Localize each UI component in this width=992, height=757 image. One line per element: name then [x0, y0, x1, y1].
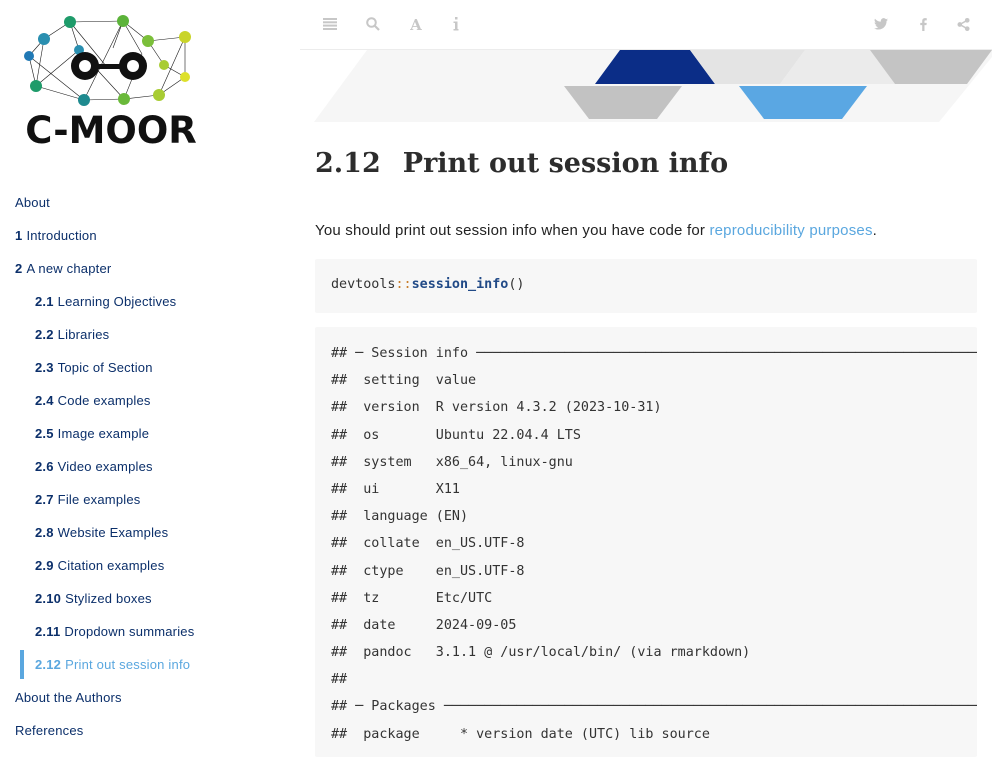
- toc-item-stylized-boxes[interactable]: 2.10 Stylized boxes: [0, 582, 300, 615]
- output-line: ## os Ubuntu 22.04.4 LTS: [331, 427, 581, 443]
- search-icon[interactable]: [363, 14, 383, 34]
- toc-item-number: 2.5: [35, 426, 54, 441]
- toc-item-number: 2.10: [35, 591, 62, 606]
- toc-item-number: 2.9: [35, 558, 54, 573]
- code-function: session_info: [411, 277, 509, 292]
- toc-item-number: 2.12: [35, 657, 62, 672]
- svg-text:A: A: [409, 17, 422, 31]
- toc-item-number: 2.7: [35, 492, 54, 507]
- code-args: (): [508, 277, 525, 292]
- toc-item-label: A new chapter: [26, 261, 112, 276]
- toc-item-references[interactable]: References: [0, 714, 300, 744]
- font-icon[interactable]: A: [406, 14, 426, 34]
- toc-item-image-example[interactable]: 2.5 Image example: [0, 417, 300, 450]
- twitter-icon[interactable]: [871, 14, 891, 34]
- output-line: ## package * version date (UTC) lib sour…: [331, 726, 710, 742]
- output-line: ## ─ Packages ──────────────────────────…: [331, 699, 977, 715]
- toc-item-label: Video examples: [57, 459, 153, 474]
- output-line: ## version R version 4.3.2 (2023-10-31): [331, 400, 662, 416]
- toc-item-file-examples[interactable]: 2.7 File examples: [0, 483, 300, 516]
- intro-end: .: [872, 222, 878, 239]
- toc-item-learning-objectives[interactable]: 2.1 Learning Objectives: [0, 285, 300, 318]
- toc-item-about[interactable]: About: [0, 186, 300, 219]
- output-line: ## ctype en_US.UTF-8: [331, 563, 525, 579]
- toc-item-label: Image example: [57, 426, 150, 441]
- toc-item-dropdown-summaries[interactable]: 2.11 Dropdown summaries: [0, 615, 300, 648]
- toc-item-label: Dropdown summaries: [64, 624, 195, 639]
- toc-item-number: 1: [15, 228, 23, 243]
- code-operator: ::: [395, 277, 412, 292]
- output-lines: ## ─ Session info ──────────────────────…: [331, 344, 977, 752]
- table-of-contents: About 1 Introduction 2 A new chapter 2.1 Learn…: [0, 186, 300, 744]
- c-moor-logo[interactable]: C-MOOR: [18, 12, 204, 152]
- code-namespace: devtools: [331, 277, 396, 292]
- toc-item-label: Code examples: [57, 393, 151, 408]
- share-icon[interactable]: [953, 14, 973, 34]
- toc-item-print-out-session-info[interactable]: 2.12 Print out session info: [0, 648, 300, 681]
- section-title: Print out session info: [402, 148, 729, 179]
- toc-item-a-new-chapter[interactable]: 2A new chapter: [0, 252, 300, 285]
- intro-text: You should print out session info when y…: [315, 222, 710, 239]
- header-banner: [314, 50, 992, 122]
- output-block[interactable]: ## ─ Session info ──────────────────────…: [315, 327, 977, 757]
- toc-item-label: References: [15, 723, 84, 738]
- toc-item-label: File examples: [57, 492, 141, 507]
- toc-item-number: 2.11: [35, 624, 61, 639]
- toc-item-number: 2.3: [35, 360, 54, 375]
- toc-item-label: Libraries: [57, 327, 110, 342]
- toc-item-label: Stylized boxes: [65, 591, 152, 606]
- toc-item-label: Website Examples: [57, 525, 169, 540]
- toc-item-number: 2.6: [35, 459, 54, 474]
- toc-item-number: 2.1: [35, 294, 54, 309]
- toc-item-label: Topic of Section: [57, 360, 153, 375]
- toc-item-topic-of-section[interactable]: 2.3 Topic of Section: [0, 351, 300, 384]
- toc-item-code-examples[interactable]: 2.4 Code examples: [0, 384, 300, 417]
- toc-item-label: Learning Objectives: [57, 294, 177, 309]
- toc-item-number: 2.4: [35, 393, 54, 408]
- toc-item-website-examples[interactable]: 2.8 Website Examples: [0, 516, 300, 549]
- output-line: ## tz Etc/UTC: [331, 590, 493, 606]
- output-line: ##: [331, 672, 348, 688]
- output-line: ## system x86_64, linux-gnu: [331, 454, 573, 470]
- output-line: ## language (EN): [331, 509, 469, 525]
- code-block[interactable]: devtools::session_info(): [315, 259, 977, 313]
- toc-item-number: 2.2: [35, 327, 54, 342]
- output-line: ## ui X11: [331, 481, 460, 497]
- toc-item-about-the-authors[interactable]: About the Authors: [0, 681, 300, 714]
- toolbar: A: [300, 0, 992, 50]
- logo-text: C-MOOR: [25, 109, 197, 152]
- section-number: 2.12: [315, 148, 381, 179]
- output-line: ## date 2024-09-05: [331, 617, 517, 633]
- toc-item-label: Print out session info: [65, 657, 191, 672]
- toc-item-label: About: [15, 195, 50, 210]
- output-line: ## ─ Session info ──────────────────────…: [331, 346, 977, 361]
- toc-item-label: Citation examples: [57, 558, 165, 573]
- output-line: ## setting value: [331, 373, 477, 389]
- toc-item-label: About the Authors: [15, 690, 122, 705]
- output-line: ## collate en_US.UTF-8: [331, 536, 525, 552]
- reproducibility-link[interactable]: reproducibility purposes: [709, 222, 872, 239]
- toc-item-number: 2.8: [35, 525, 54, 540]
- page-title: 2.12 Print out session info: [315, 148, 728, 179]
- toc-item-number: 2: [15, 261, 23, 276]
- toc-item-video-examples[interactable]: 2.6 Video examples: [0, 450, 300, 483]
- toc-item-label: Introduction: [26, 228, 97, 243]
- facebook-icon[interactable]: [913, 14, 933, 34]
- output-line: ## pandoc 3.1.1 @ /usr/local/bin/ (via r…: [331, 645, 751, 661]
- intro-paragraph: You should print out session info when y…: [315, 222, 877, 239]
- toc-item-libraries[interactable]: 2.2 Libraries: [0, 318, 300, 351]
- code-line: devtools::session_info(): [331, 277, 525, 292]
- info-icon[interactable]: [446, 14, 466, 34]
- toc-item-citation-examples[interactable]: 2.9 Citation examples: [0, 549, 300, 582]
- sidebar: C-MOOR About 1 Introduction 2 A new chapter 2…: [0, 0, 300, 744]
- hamburger-icon[interactable]: [320, 14, 340, 34]
- toc-item-introduction[interactable]: 1 Introduction: [0, 219, 300, 252]
